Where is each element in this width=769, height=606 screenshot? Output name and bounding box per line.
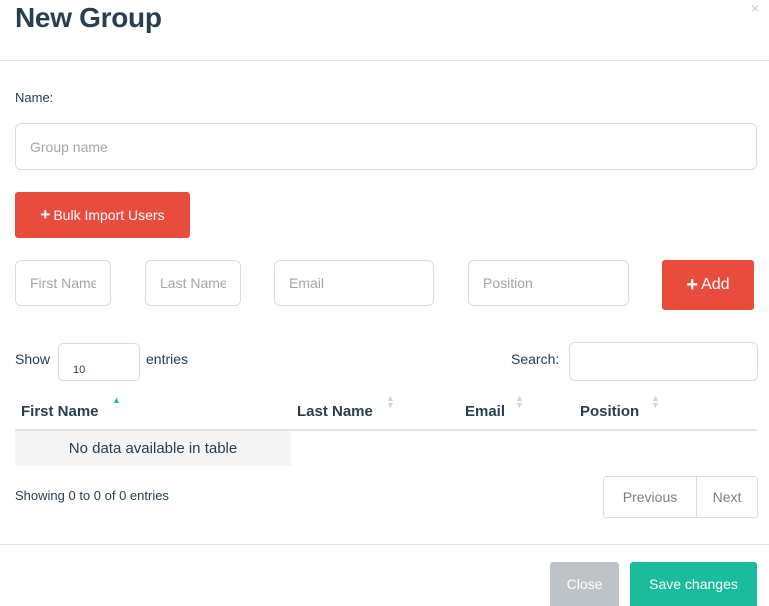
empty-table-message: No data available in table	[15, 431, 291, 466]
search-label: Search:	[511, 351, 560, 367]
entries-length-select[interactable]: 10	[58, 343, 140, 381]
plus-icon: +	[686, 273, 699, 296]
previous-page-button[interactable]: Previous	[604, 477, 697, 517]
save-changes-button[interactable]: Save changes	[630, 562, 757, 606]
column-label: First Name	[21, 403, 99, 420]
column-header-email[interactable]: Email	[465, 403, 505, 420]
add-user-button[interactable]: + Add	[662, 260, 754, 310]
show-label: Show	[15, 351, 51, 367]
entries-label: entries	[146, 351, 189, 367]
add-label: Add	[701, 276, 730, 293]
column-label: Position	[580, 403, 640, 420]
bulk-import-users-button[interactable]: + Bulk Import Users	[15, 192, 190, 238]
column-header-first-name[interactable]: First Name	[21, 403, 99, 420]
sort-both-icon: ▲ ▼	[386, 393, 395, 410]
email-input[interactable]	[274, 260, 434, 306]
close-button[interactable]: Close	[550, 562, 619, 606]
group-name-input[interactable]	[15, 123, 757, 170]
column-header-position[interactable]: Position	[580, 403, 639, 420]
next-page-button[interactable]: Next	[697, 477, 757, 517]
close-icon[interactable]: ×	[751, 0, 759, 16]
column-label: Last Name	[297, 403, 373, 420]
last-name-input[interactable]	[145, 260, 241, 306]
sort-both-icon: ▲ ▼	[651, 393, 660, 410]
table-search-input[interactable]	[569, 342, 758, 381]
name-label: Name:	[15, 90, 54, 105]
footer-divider	[0, 544, 769, 545]
sort-both-icon: ▲ ▼	[515, 393, 524, 410]
first-name-input[interactable]	[15, 260, 111, 306]
header-divider	[0, 60, 769, 61]
plus-icon: +	[40, 205, 51, 224]
bulk-import-label: Bulk Import Users	[53, 207, 165, 223]
modal-title: New Group	[15, 2, 162, 33]
table-info: Showing 0 to 0 of 0 entries	[15, 488, 169, 503]
column-header-last-name[interactable]: Last Name	[297, 403, 373, 420]
position-input[interactable]	[468, 260, 629, 306]
pagination: Previous Next	[603, 476, 758, 518]
sort-asc-icon: ▲	[112, 395, 121, 405]
column-label: Email	[465, 403, 506, 420]
